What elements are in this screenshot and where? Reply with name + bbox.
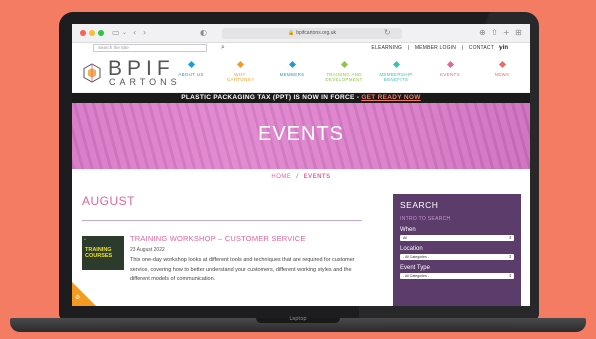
zoom-window-icon[interactable] — [98, 30, 104, 36]
utility-bar: Search the Site ⌕ ELEARNING | MEMBER LOG… — [72, 43, 530, 53]
social-links: 𝕪in — [499, 44, 508, 51]
reload-icon[interactable]: ↻ — [384, 27, 391, 39]
nav-label: TRAINING AND DEVELOPMENT — [325, 72, 363, 82]
forward-icon[interactable]: › — [143, 27, 146, 39]
divider: | — [461, 45, 464, 51]
shield-icon[interactable]: ◐ — [200, 27, 207, 39]
diamond-icon — [392, 60, 400, 69]
month-heading: AUGUST — [82, 194, 136, 208]
banner-text: PLASTIC PACKAGING TAX (PPT) IS NOW IN FO… — [181, 94, 362, 101]
chevron-down-icon: ⇕ — [508, 254, 512, 259]
browser-window: ▭ ⌄ ‹ › ◐ 🔒 bpifcartons.org.uk ↻ ⊕ ⇧ + ⊞ … — [72, 24, 530, 306]
divider: | — [407, 45, 410, 51]
event-description: This one-day workshop looks at different… — [130, 257, 355, 283]
nav-item-news[interactable]: NEWS — [476, 60, 528, 77]
breadcrumb: HOME / EVENTS — [72, 169, 530, 185]
announcement-banner: PLASTIC PACKAGING TAX (PPT) IS NOW IN FO… — [72, 93, 530, 103]
event-date: 23 August 2022 — [130, 247, 165, 253]
member-login-link[interactable]: MEMBER LOGIN — [415, 45, 456, 51]
event-type-label: Event Type — [400, 265, 430, 271]
breadcrumb-separator: / — [296, 174, 299, 180]
diamond-icon — [187, 60, 195, 69]
when-label: When — [400, 227, 416, 233]
search-panel-title: SEARCH — [400, 200, 439, 210]
diamond-icon — [498, 60, 506, 69]
linkedin-icon[interactable]: in — [503, 45, 508, 51]
thumbnail-label: TRAINING COURSES — [85, 247, 113, 259]
cookie-icon[interactable]: ⚙ — [75, 294, 80, 301]
event-item: ▪▪ TRAINING COURSES TRAINING WORKSHOP – … — [82, 234, 372, 294]
location-value: - All Categories - — [403, 255, 429, 259]
nav-item-members[interactable]: MEMBERS — [266, 60, 318, 77]
utility-links: ELEARNING | MEMBER LOGIN | CONTACT — [369, 45, 496, 51]
site-header: BPIF CARTONS ABOUT US WHY CARTONS? MEMBE… — [72, 53, 530, 93]
new-tab-icon[interactable]: + — [503, 27, 510, 39]
url-text: bpifcartons.org.uk — [296, 30, 336, 36]
hexagon-logo-icon — [83, 63, 101, 83]
nav-label: NEWS — [494, 72, 510, 77]
back-icon[interactable]: ‹ — [133, 27, 136, 39]
when-value: All — [403, 236, 407, 240]
events-list: AUGUST ▪▪ TRAINING COURSES TRAINING WORK… — [82, 194, 372, 294]
main-nav: ABOUT US WHY CARTONS? MEMBERS TRAINING A… — [172, 60, 530, 92]
event-title-link[interactable]: TRAINING WORKSHOP – CUSTOMER SERVICE — [130, 234, 370, 243]
page-title: EVENTS — [257, 123, 345, 145]
nav-item-training[interactable]: TRAINING AND DEVELOPMENT — [318, 60, 370, 82]
location-select[interactable]: - All Categories - ⇕ — [400, 254, 514, 260]
nav-item-events[interactable]: EVENTS — [424, 60, 476, 77]
breadcrumb-home[interactable]: HOME — [271, 174, 291, 180]
nav-label: MEMBERS — [279, 72, 305, 77]
chevron-down-icon: ⇕ — [508, 235, 512, 240]
lock-icon: 🔒 — [288, 30, 295, 36]
laptop-label: Laptop — [289, 316, 307, 322]
sidebar-icon[interactable]: ▭ — [112, 27, 120, 39]
diamond-icon — [340, 60, 348, 69]
when-select[interactable]: All ⇕ — [400, 235, 514, 241]
search-intro: INTRO TO SEARCH — [400, 216, 451, 222]
logo-subtitle: CARTONS — [109, 77, 181, 87]
breadcrumb-current: EVENTS — [303, 174, 331, 180]
diamond-icon — [288, 60, 296, 69]
download-icon[interactable]: ⊕ — [479, 27, 486, 39]
location-label: Location — [400, 246, 423, 252]
thumb-tag-icon: ▪▪ — [84, 238, 86, 241]
event-type-value: - All Categories - — [403, 274, 429, 278]
diamond-icon — [446, 60, 454, 69]
nav-label: EVENTS — [440, 72, 460, 77]
search-panel: SEARCH INTRO TO SEARCH When All ⇕ Locatio… — [393, 194, 521, 306]
minimize-window-icon[interactable] — [89, 30, 95, 36]
event-body: TRAINING WORKSHOP – CUSTOMER SERVICE 23 … — [130, 234, 370, 285]
nav-item-about-us[interactable]: ABOUT US — [165, 60, 217, 77]
share-icon[interactable]: ⇧ — [491, 27, 498, 39]
hero-banner: EVENTS — [72, 103, 530, 169]
contact-link[interactable]: CONTACT — [469, 45, 494, 51]
chevron-down-icon[interactable]: ⌄ — [122, 27, 127, 39]
browser-toolbar: ▭ ⌄ ‹ › ◐ 🔒 bpifcartons.org.uk ↻ ⊕ ⇧ + ⊞ — [72, 24, 530, 43]
diamond-icon — [236, 60, 244, 69]
divider — [82, 220, 362, 221]
grid-icon[interactable]: ⊞ — [515, 27, 522, 39]
elearning-link[interactable]: ELEARNING — [371, 45, 402, 51]
search-input[interactable]: Search the Site — [93, 44, 207, 52]
nav-label: WHY CARTONS? — [227, 72, 254, 82]
nav-label: ABOUT US — [178, 72, 204, 77]
nav-item-why-cartons[interactable]: WHY CARTONS? — [214, 60, 266, 82]
event-type-select[interactable]: - All Categories - ⇕ — [400, 273, 514, 279]
close-window-icon[interactable] — [80, 30, 86, 36]
nav-label: MEMBERSHIP BENEFITS — [379, 72, 413, 82]
event-thumbnail[interactable]: ▪▪ TRAINING COURSES — [82, 236, 124, 270]
chevron-down-icon: ⇕ — [508, 273, 512, 278]
address-bar[interactable]: 🔒 bpifcartons.org.uk — [222, 28, 402, 39]
nav-item-membership-benefits[interactable]: MEMBERSHIP BENEFITS — [370, 60, 422, 82]
get-ready-link[interactable]: GET READY NOW — [361, 94, 420, 101]
search-icon[interactable]: ⌕ — [221, 43, 225, 52]
